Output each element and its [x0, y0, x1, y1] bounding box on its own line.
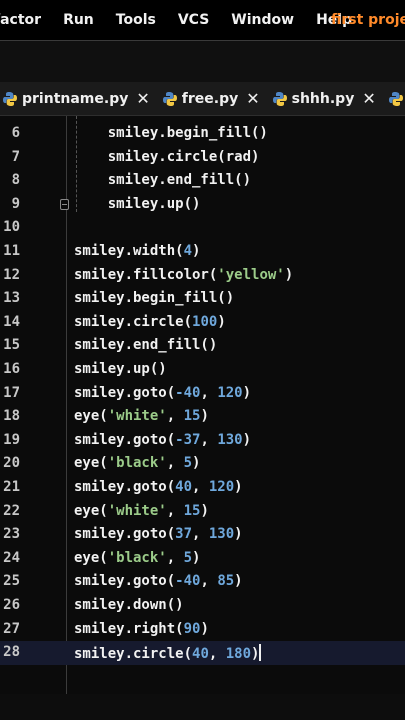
line-number: 8 [11, 172, 20, 189]
code-text: eye('black', 5) [74, 455, 201, 472]
line-number: 11 [3, 243, 20, 259]
fold-icon[interactable] [60, 198, 69, 210]
code-text: smiley.goto(-40, 120) [74, 384, 252, 401]
code-text: smiley.goto(40, 120) [74, 479, 243, 495]
line-number: 15 [3, 337, 20, 354]
line-number: 27 [3, 620, 20, 637]
close-icon[interactable]: ✕ [246, 89, 259, 108]
python-file-icon [388, 91, 404, 107]
tab-shhh[interactable]: shhh.py ✕ [270, 82, 386, 115]
code-text: smiley.goto(-37, 130) [74, 431, 252, 448]
line-number: 13 [3, 290, 20, 307]
line-number: 22 [3, 502, 20, 519]
tab-free[interactable]: free.py ✕ [160, 82, 270, 115]
code-text: smiley.end_fill() [74, 172, 252, 189]
line-number: 7 [11, 148, 20, 165]
text-cursor [259, 644, 262, 662]
code-line[interactable]: 6 smiley.begin_fill() [0, 122, 405, 146]
line-number: 10 [3, 219, 20, 236]
code-text: smiley.circle(rad) [74, 148, 260, 165]
menu-bar: factor Run Tools VCS Window Help first p… [0, 0, 405, 40]
line-number: 6 [11, 125, 20, 141]
code-text: smiley.up() [74, 195, 201, 212]
code-line[interactable]: 8 smiley.end_fill() [0, 169, 405, 193]
python-file-icon [272, 91, 288, 107]
close-icon[interactable]: ✕ [362, 89, 375, 108]
code-text: smiley.begin_fill() [74, 125, 268, 141]
tab-label: free.py [181, 90, 239, 107]
code-text: eye('black', 5) [74, 549, 201, 566]
close-icon[interactable]: ✕ [136, 89, 149, 108]
code-line[interactable]: 11 smiley.width(4) [0, 240, 405, 264]
code-line[interactable]: 10 [0, 216, 405, 240]
code-text: eye('white', 15) [74, 408, 209, 425]
code-line[interactable]: 7 smiley.circle(rad) [0, 146, 405, 170]
code-line[interactable]: 15 smiley.end_fill() [0, 334, 405, 358]
tab-ssk[interactable]: ssk [386, 82, 405, 115]
line-number: 24 [3, 549, 20, 566]
menu-vcs[interactable]: VCS [178, 12, 209, 28]
line-number: 25 [3, 573, 20, 590]
code-text: smiley.circle(100) [74, 313, 226, 330]
code-line[interactable]: 13 smiley.begin_fill() [0, 287, 405, 311]
tab-printname[interactable]: printname.py ✕ [0, 82, 160, 115]
python-file-icon [2, 91, 18, 107]
code-text: smiley.begin_fill() [74, 290, 235, 307]
line-number: 28 [3, 644, 20, 661]
code-editor[interactable]: 6 smiley.begin_fill() 7 smiley.circle(rad… [0, 116, 405, 694]
code-line[interactable]: 17 smiley.goto(-40, 120) [0, 382, 405, 406]
code-text: smiley.end_fill() [74, 337, 218, 354]
code-text: smiley.circle(40, 180) [74, 644, 262, 663]
line-number: 12 [3, 266, 20, 283]
code-line[interactable]: 16 smiley.up() [0, 358, 405, 382]
tab-label: shhh.py [291, 90, 355, 107]
line-number: 23 [3, 526, 20, 543]
code-line[interactable]: 22 eye('white', 15) [0, 500, 405, 524]
menu-refactor[interactable]: factor [0, 12, 41, 28]
code-line[interactable]: 19 smiley.goto(-37, 130) [0, 429, 405, 453]
code-text: smiley.up() [74, 361, 167, 377]
code-line[interactable]: 23 smiley.goto(37, 130) [0, 523, 405, 547]
code-line[interactable]: 9 smiley.up() [0, 193, 405, 217]
code-line[interactable]: 28 smiley.circle(40, 180) [0, 641, 405, 666]
bottom-area [0, 694, 405, 720]
code-text: smiley.right(90) [74, 620, 209, 637]
code-line[interactable]: 12 smiley.fillcolor('yellow') [0, 264, 405, 288]
line-number: 18 [3, 408, 20, 425]
line-number: 14 [3, 313, 20, 330]
code-text: eye('white', 15) [74, 502, 209, 519]
python-file-icon [162, 91, 178, 107]
code-text: smiley.down() [74, 597, 184, 613]
line-number: 16 [3, 361, 20, 377]
tab-label: printname.py [22, 90, 129, 107]
menu-window[interactable]: Window [231, 12, 294, 28]
project-title: first proje [330, 12, 405, 28]
menu-run[interactable]: Run [63, 12, 94, 28]
line-number: 26 [3, 597, 20, 613]
code-text: smiley.goto(-40, 85) [74, 573, 243, 590]
toolbar-area [0, 40, 405, 83]
code-line[interactable]: 14 smiley.circle(100) [0, 311, 405, 335]
code-line[interactable]: 25 smiley.goto(-40, 85) [0, 570, 405, 594]
code-line[interactable]: 27 smiley.right(90) [0, 618, 405, 642]
line-number: 9 [11, 195, 20, 212]
line-number: 20 [3, 455, 20, 472]
code-text: smiley.goto(37, 130) [74, 526, 243, 543]
line-number: 19 [3, 431, 20, 448]
code-line[interactable]: 20 eye('black', 5) [0, 452, 405, 476]
code-line[interactable]: 26 smiley.down() [0, 594, 405, 618]
code-line[interactable]: 21 smiley.goto(40, 120) [0, 476, 405, 500]
menu-tools[interactable]: Tools [116, 12, 156, 28]
line-number: 21 [3, 479, 20, 495]
editor-tabs: printname.py ✕ free.py ✕ shhh.py ✕ ssk [0, 82, 405, 116]
code-text: smiley.width(4) [74, 243, 201, 259]
code-line[interactable]: 24 eye('black', 5) [0, 547, 405, 571]
code-text: smiley.fillcolor('yellow') [74, 266, 294, 283]
line-number: 17 [3, 384, 20, 401]
code-line[interactable]: 18 eye('white', 15) [0, 405, 405, 429]
